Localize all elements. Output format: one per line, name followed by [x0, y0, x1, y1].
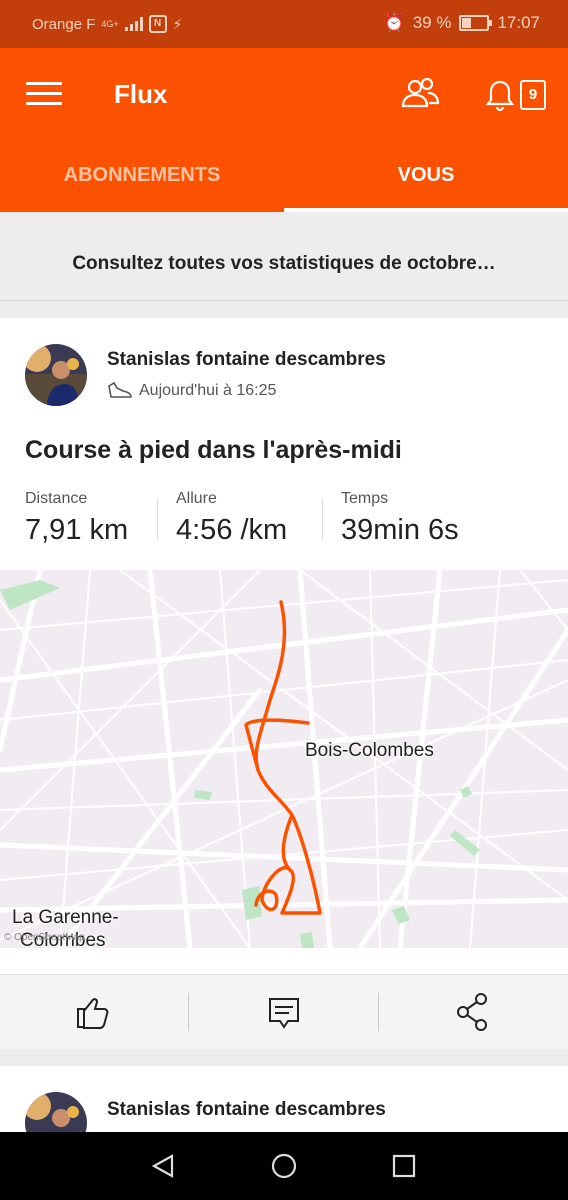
tab-label: VOUS	[397, 164, 455, 186]
map-label-la-garenne: La Garenne-	[12, 907, 119, 928]
monthly-stats-banner[interactable]: Consultez toutes vos statistiques de oct…	[0, 224, 568, 301]
route-map[interactable]: Bois-Colombes La Garenne- Colombes © Ope…	[0, 570, 568, 948]
network-type: 4G+	[101, 19, 119, 29]
activity-timestamp: Aujourd'hui à 16:25	[139, 382, 277, 399]
activity-card-next[interactable]: Stanislas fontaine descambres	[0, 1066, 568, 1154]
shoe-icon	[108, 381, 132, 398]
notification-count: 9	[528, 86, 538, 103]
like-icon[interactable]	[64, 989, 124, 1035]
athlete-name[interactable]: Stanislas fontaine descambres	[107, 349, 386, 371]
system-nav-bar	[0, 1132, 568, 1200]
data-saver-icon: ⚡	[172, 15, 183, 32]
stat-distance: Distance 7,91 km	[25, 490, 128, 547]
stats-banner-text: Consultez toutes vos statistiques de oct…	[72, 253, 496, 274]
tab-vous[interactable]: VOUS	[284, 154, 568, 212]
stat-pace: Allure 4:56 /km	[176, 490, 287, 547]
status-bar: Orange F 4G+ N ⚡ ⏰ 39 % 17:07	[0, 0, 568, 48]
stat-divider	[322, 498, 323, 540]
notification-badge[interactable]: 9	[520, 80, 546, 110]
people-icon[interactable]	[398, 72, 442, 116]
map-streets	[0, 570, 568, 948]
activity-title[interactable]: Course à pied dans l'après-midi	[25, 436, 402, 465]
nfc-icon: N	[148, 15, 167, 33]
activity-actions	[0, 974, 568, 1049]
bell-icon[interactable]	[478, 72, 522, 116]
comment-icon[interactable]	[254, 989, 314, 1035]
tab-label: ABONNEMENTS	[63, 164, 221, 186]
stat-value: 7,91 km	[25, 514, 129, 546]
stat-label: Temps	[341, 490, 389, 507]
stat-label: Distance	[25, 490, 88, 507]
app-bar: Flux 9 ABONNEMENTS VOUS	[0, 48, 568, 212]
active-tab-indicator	[284, 208, 568, 212]
back-icon[interactable]	[146, 1148, 182, 1184]
map-copyright: © OpenStreetMap	[4, 932, 85, 943]
athlete-name[interactable]: Stanislas fontaine descambres	[107, 1099, 386, 1121]
home-icon[interactable]	[266, 1148, 302, 1184]
menu-icon[interactable]	[26, 82, 62, 106]
stat-value: 39min 6s	[341, 514, 459, 546]
battery-icon	[459, 15, 493, 31]
clock: 17:07	[497, 13, 540, 32]
action-divider	[188, 993, 189, 1031]
stat-time: Temps 39min 6s	[341, 490, 459, 547]
activity-card[interactable]: Stanislas fontaine descambres Aujourd'hu…	[0, 318, 568, 1049]
tab-abonnements[interactable]: ABONNEMENTS	[0, 154, 284, 212]
alarm-icon: ⏰	[383, 13, 405, 32]
battery-percent: 39 %	[412, 13, 452, 32]
stat-label: Allure	[176, 490, 217, 507]
stat-value: 4:56 /km	[176, 514, 288, 546]
map-label-bois-colombes: Bois-Colombes	[305, 740, 434, 761]
feed-tabs: ABONNEMENTS VOUS	[0, 154, 568, 212]
carrier-label: Orange F	[32, 15, 96, 33]
stat-divider	[157, 498, 158, 540]
avatar[interactable]	[25, 344, 87, 406]
signal-icon	[124, 17, 143, 31]
share-icon[interactable]	[443, 989, 503, 1035]
action-divider	[378, 993, 379, 1031]
recents-icon[interactable]	[386, 1148, 422, 1184]
page-title: Flux	[114, 79, 168, 109]
